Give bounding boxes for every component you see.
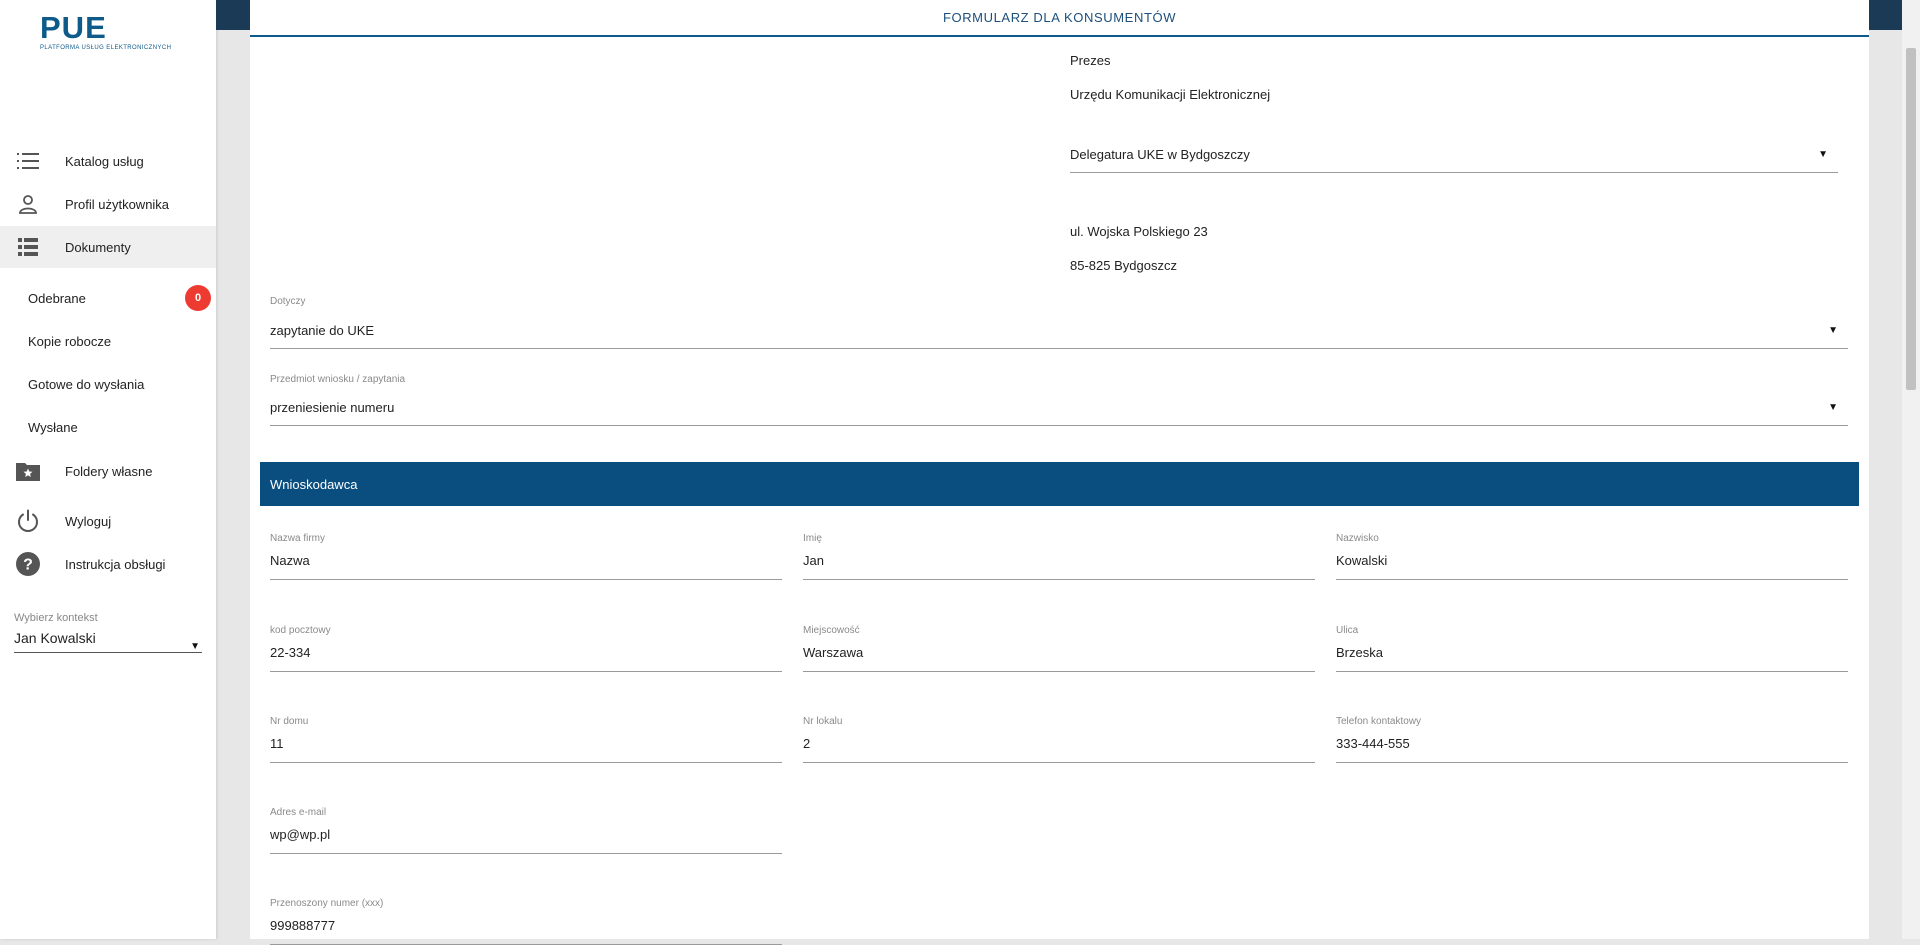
field-label: Adres e-mail bbox=[270, 807, 327, 818]
email-field[interactable]: Adres e-mail wp@wp.pl bbox=[270, 807, 782, 854]
sidebar-item-wyloguj[interactable]: Wyloguj bbox=[0, 500, 216, 542]
sidebar-item-label: Foldery własne bbox=[65, 463, 153, 479]
help-icon: ? bbox=[16, 552, 40, 576]
recipient-street: ul. Wojska Polskiego 23 bbox=[1070, 224, 1208, 239]
field-value: Kowalski bbox=[1336, 553, 1388, 568]
header-bar-right bbox=[1869, 0, 1902, 30]
scrollbar-thumb[interactable] bbox=[1906, 48, 1916, 390]
field-label: Nazwisko bbox=[1336, 533, 1379, 544]
first-name-field[interactable]: Imię Jan bbox=[803, 533, 1315, 580]
przedmiot-select-value: przeniesienie numeru bbox=[270, 400, 395, 415]
unread-count-badge: 0 bbox=[185, 285, 211, 311]
sidebar-item-foldery[interactable]: Foldery własne bbox=[0, 450, 216, 492]
last-name-field[interactable]: Nazwisko Kowalski bbox=[1336, 533, 1848, 580]
ported-number-field[interactable]: Przenoszony numer (xxx) 999888777 bbox=[270, 898, 782, 945]
sidebar-subitem-label: Gotowe do wysłania bbox=[28, 376, 145, 392]
sidebar-item-dokumenty[interactable]: Dokumenty bbox=[0, 226, 216, 268]
field-label: Nr domu bbox=[270, 716, 309, 727]
field-value: 333-444-555 bbox=[1336, 736, 1410, 751]
sidebar-subitem-kopie[interactable]: Kopie robocze bbox=[0, 321, 216, 361]
field-label: Przenoszony numer (xxx) bbox=[270, 898, 384, 909]
person-icon bbox=[16, 192, 40, 216]
power-icon bbox=[16, 509, 40, 533]
field-label: Miejscowość bbox=[803, 625, 860, 636]
context-label: Wybierz kontekst bbox=[14, 612, 98, 624]
section-header-wnioskodawca: Wnioskodawca bbox=[260, 462, 1859, 506]
logo-subtitle: PLATFORMA USŁUG ELEKTRONICZNYCH bbox=[40, 45, 172, 51]
przedmiot-select[interactable]: przeniesienie numeru ▼ bbox=[270, 387, 1848, 426]
field-label: Imię bbox=[803, 533, 822, 544]
sidebar-item-instrukcja[interactable]: ? Instrukcja obsługi bbox=[0, 543, 216, 585]
logo-title: PUE bbox=[40, 10, 107, 45]
przedmiot-label: Przedmiot wniosku / zapytania bbox=[270, 374, 406, 385]
list-icon bbox=[16, 149, 40, 173]
sidebar-item-label: Dokumenty bbox=[65, 239, 131, 255]
apartment-number-field[interactable]: Nr lokalu 2 bbox=[803, 716, 1315, 763]
house-number-field[interactable]: Nr domu 11 bbox=[270, 716, 782, 763]
dropdown-arrow-icon: ▼ bbox=[1828, 402, 1838, 413]
company-name-field[interactable]: Nazwa firmy Nazwa bbox=[270, 533, 782, 580]
dotyczy-label: Dotyczy bbox=[270, 296, 306, 307]
field-label: Nazwa firmy bbox=[270, 533, 326, 544]
sidebar-subitem-gotowe[interactable]: Gotowe do wysłania bbox=[0, 364, 216, 404]
field-value: 2 bbox=[803, 736, 811, 751]
field-label: Telefon kontaktowy bbox=[1336, 716, 1422, 727]
context-value: Jan Kowalski bbox=[14, 630, 96, 646]
field-value: Nazwa bbox=[270, 553, 310, 568]
field-value: Brzeska bbox=[1336, 645, 1383, 660]
sidebar-subitem-wyslane[interactable]: Wysłane bbox=[0, 407, 216, 447]
field-value: 22-334 bbox=[270, 645, 311, 660]
pue-logo[interactable]: PUE PLATFORMA USŁUG ELEKTRONICZNYCH bbox=[40, 10, 172, 52]
office-select[interactable]: Delegatura UKE w Bydgoszczy ▼ bbox=[1070, 134, 1838, 173]
field-label: Ulica bbox=[1336, 625, 1359, 636]
context-selector[interactable]: Wybierz kontekst Jan Kowalski ▼ bbox=[14, 612, 202, 653]
sidebar-item-profil[interactable]: Profil użytkownika bbox=[0, 183, 216, 225]
field-value: 999888777 bbox=[270, 918, 336, 933]
header-bar-left bbox=[216, 0, 250, 30]
city-field[interactable]: Miejscowość Warszawa bbox=[803, 625, 1315, 672]
recipient-line1: Prezes bbox=[1070, 53, 1111, 68]
context-select[interactable]: Jan Kowalski ▼ bbox=[14, 630, 202, 653]
page-title: FORMULARZ DLA KONSUMENTÓW bbox=[250, 0, 1869, 37]
phone-field[interactable]: Telefon kontaktowy 333-444-555 bbox=[1336, 716, 1848, 763]
sidebar-item-katalog[interactable]: Katalog usług bbox=[0, 140, 216, 182]
sidebar-subitem-label: Kopie robocze bbox=[28, 333, 112, 349]
sidebar-item-label: Katalog usług bbox=[65, 153, 144, 169]
sidebar-item-label: Profil użytkownika bbox=[65, 196, 170, 212]
street-field[interactable]: Ulica Brzeska bbox=[1336, 625, 1848, 672]
sidebar-subitem-odebrane[interactable]: Odebrane 0 bbox=[0, 278, 216, 318]
dropdown-arrow-icon: ▼ bbox=[1818, 149, 1828, 160]
field-label: Nr lokalu bbox=[803, 716, 843, 727]
sidebar: PUE PLATFORMA USŁUG ELEKTRONICZNYCH Kata… bbox=[0, 0, 216, 939]
field-value: Jan bbox=[803, 553, 824, 568]
sidebar-subitem-label: Wysłane bbox=[28, 419, 78, 435]
folder-star-icon bbox=[16, 459, 40, 483]
dotyczy-select[interactable]: zapytanie do UKE ▼ bbox=[270, 310, 1848, 349]
office-select-value: Delegatura UKE w Bydgoszczy bbox=[1070, 147, 1250, 162]
recipient-city: 85-825 Bydgoszcz bbox=[1070, 258, 1177, 273]
dropdown-arrow-icon: ▼ bbox=[190, 641, 200, 652]
sidebar-subitem-label: Odebrane bbox=[28, 290, 86, 306]
postal-code-field[interactable]: kod pocztowy 22-334 bbox=[270, 625, 782, 672]
dotyczy-select-value: zapytanie do UKE bbox=[270, 323, 375, 338]
documents-icon bbox=[16, 235, 40, 259]
recipient-line2: Urzędu Komunikacji Elektronicznej bbox=[1070, 87, 1271, 102]
field-value: Warszawa bbox=[803, 645, 864, 660]
dropdown-arrow-icon: ▼ bbox=[1828, 325, 1838, 336]
field-value: 11 bbox=[270, 736, 284, 751]
sidebar-item-label: Instrukcja obsługi bbox=[65, 556, 166, 572]
page-scrollbar[interactable] bbox=[1902, 0, 1920, 939]
sidebar-item-label: Wyloguj bbox=[65, 513, 112, 529]
svg-text:?: ? bbox=[23, 557, 33, 574]
field-label: kod pocztowy bbox=[270, 625, 331, 636]
field-value: wp@wp.pl bbox=[270, 827, 331, 842]
